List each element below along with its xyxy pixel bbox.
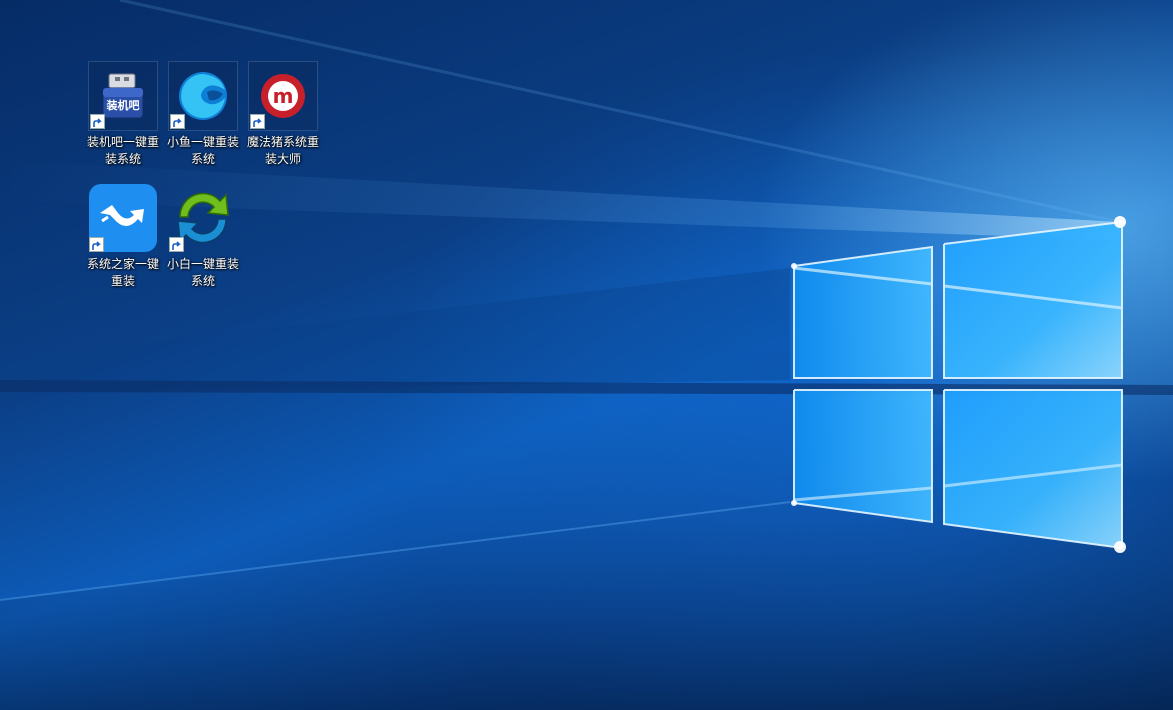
xiaoyu-swirl-icon [168, 61, 238, 131]
desktop[interactable]: 装机吧 装机吧一键重装系统 小鱼一键重装系统 m [0, 0, 1173, 710]
svg-text:m: m [273, 84, 294, 108]
desktop-icon-zhuangjiba[interactable]: 装机吧 装机吧一键重装系统 [83, 61, 163, 168]
shortcut-arrow-icon [250, 114, 265, 129]
desktop-icon-xiaobai[interactable]: 小白一键重装系统 [163, 183, 243, 290]
desktop-icon-xitongzhijia[interactable]: 系统之家一键重装 [83, 183, 163, 290]
shortcut-arrow-icon [90, 114, 105, 129]
desktop-icon-xiaoyu[interactable]: 小鱼一键重装系统 [163, 61, 243, 168]
shortcut-arrow-icon [89, 237, 104, 252]
desktop-icon-label: 魔法猪系统重装大师 [243, 134, 323, 168]
shortcut-arrow-icon [170, 114, 185, 129]
xiaobai-refresh-icon [168, 183, 238, 253]
mofazhu-logo-icon: m [248, 61, 318, 131]
desktop-icon-label: 小鱼一键重装系统 [163, 134, 243, 168]
desktop-icon-label: 装机吧一键重装系统 [83, 134, 163, 168]
desktop-icon-label: 系统之家一键重装 [83, 256, 163, 290]
xitongzhijia-arrows-icon [88, 183, 158, 253]
shortcut-arrow-icon [169, 237, 184, 252]
svg-text:装机吧: 装机吧 [106, 98, 140, 112]
desktop-icon-mofazhu[interactable]: m 魔法猪系统重装大师 [243, 61, 323, 168]
desktop-icon-label: 小白一键重装系统 [163, 256, 243, 290]
zhuangjiba-usb-icon: 装机吧 [88, 61, 158, 131]
